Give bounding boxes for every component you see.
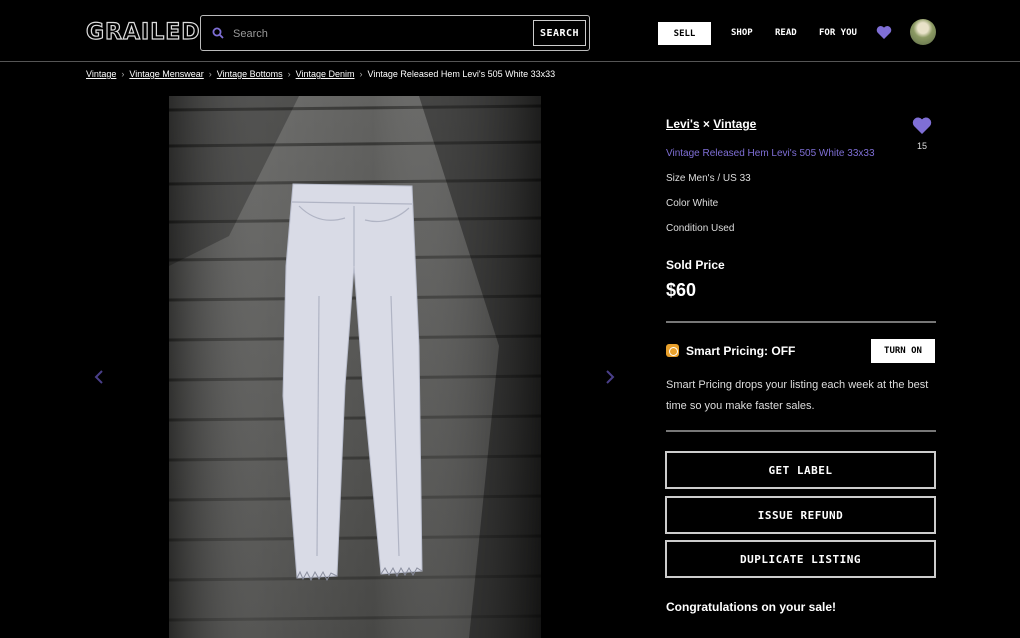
breadcrumb-separator: › [208, 69, 212, 79]
issue-refund-button[interactable]: ISSUE REFUND [665, 496, 936, 534]
breadcrumb-separator: › [287, 69, 291, 79]
chevron-right-icon[interactable] [604, 368, 616, 386]
avatar[interactable] [910, 19, 936, 45]
nav-shop[interactable]: SHOP [731, 28, 753, 38]
listing-title: Vintage Released Hem Levi's 505 White 33… [666, 148, 875, 159]
condition-attribute: Condition Used [666, 223, 735, 234]
nav-read[interactable]: READ [775, 28, 797, 38]
designer-separator: × [699, 117, 714, 131]
jeans-image [169, 96, 541, 638]
search-icon [212, 27, 224, 39]
sold-price: $60 [666, 280, 697, 300]
divider [666, 430, 936, 432]
breadcrumb-vintage[interactable]: Vintage [86, 69, 116, 79]
breadcrumb-vintage-denim[interactable]: Vintage Denim [296, 69, 355, 79]
size-attribute: Size Men's / US 33 [666, 173, 751, 184]
color-attribute: Color White [666, 198, 719, 209]
heart-icon[interactable] [912, 116, 932, 135]
breadcrumb-vintage-menswear[interactable]: Vintage Menswear [129, 69, 203, 79]
designer-vintage[interactable]: Vintage [713, 117, 756, 131]
smart-pricing-status: Smart Pricing: OFF [686, 344, 796, 358]
sell-button[interactable]: SELL [658, 22, 711, 45]
search-bar: SEARCH [200, 15, 590, 51]
like-count: 15 [916, 141, 927, 151]
breadcrumb-separator: › [121, 69, 125, 79]
chevron-left-icon[interactable] [93, 368, 105, 386]
heart-icon[interactable] [876, 25, 892, 40]
get-label-button[interactable]: GET LABEL [665, 451, 936, 489]
search-button[interactable]: SEARCH [533, 20, 586, 46]
smart-pricing-description: Smart Pricing drops your listing each we… [666, 379, 929, 412]
sold-price-label: Sold Price [666, 258, 725, 272]
search-input[interactable] [233, 25, 523, 43]
product-photo[interactable] [169, 96, 541, 638]
congrats-message: Congratulations on your sale! [666, 600, 837, 614]
breadcrumb-current: Vintage Released Hem Levi's 505 White 33… [367, 69, 556, 79]
nav-for-you[interactable]: FOR YOU [819, 28, 857, 38]
grailed-logo[interactable]: GRAILED [85, 19, 201, 45]
designer-line: Levi's × Vintage [666, 117, 756, 131]
site-header: GRAILED SEARCH SELL SHOP READ FOR YOU [0, 0, 1020, 62]
divider [666, 321, 936, 323]
smart-pricing-icon [666, 344, 679, 357]
breadcrumb: Vintage › Vintage Menswear › Vintage Bottoms… [86, 69, 555, 79]
duplicate-listing-button[interactable]: DUPLICATE LISTING [665, 540, 936, 578]
designer-levis[interactable]: Levi's [666, 117, 700, 131]
turn-on-button[interactable]: TURN ON [871, 339, 935, 363]
breadcrumb-separator: › [359, 69, 363, 79]
breadcrumb-vintage-bottoms[interactable]: Vintage Bottoms [217, 69, 283, 79]
